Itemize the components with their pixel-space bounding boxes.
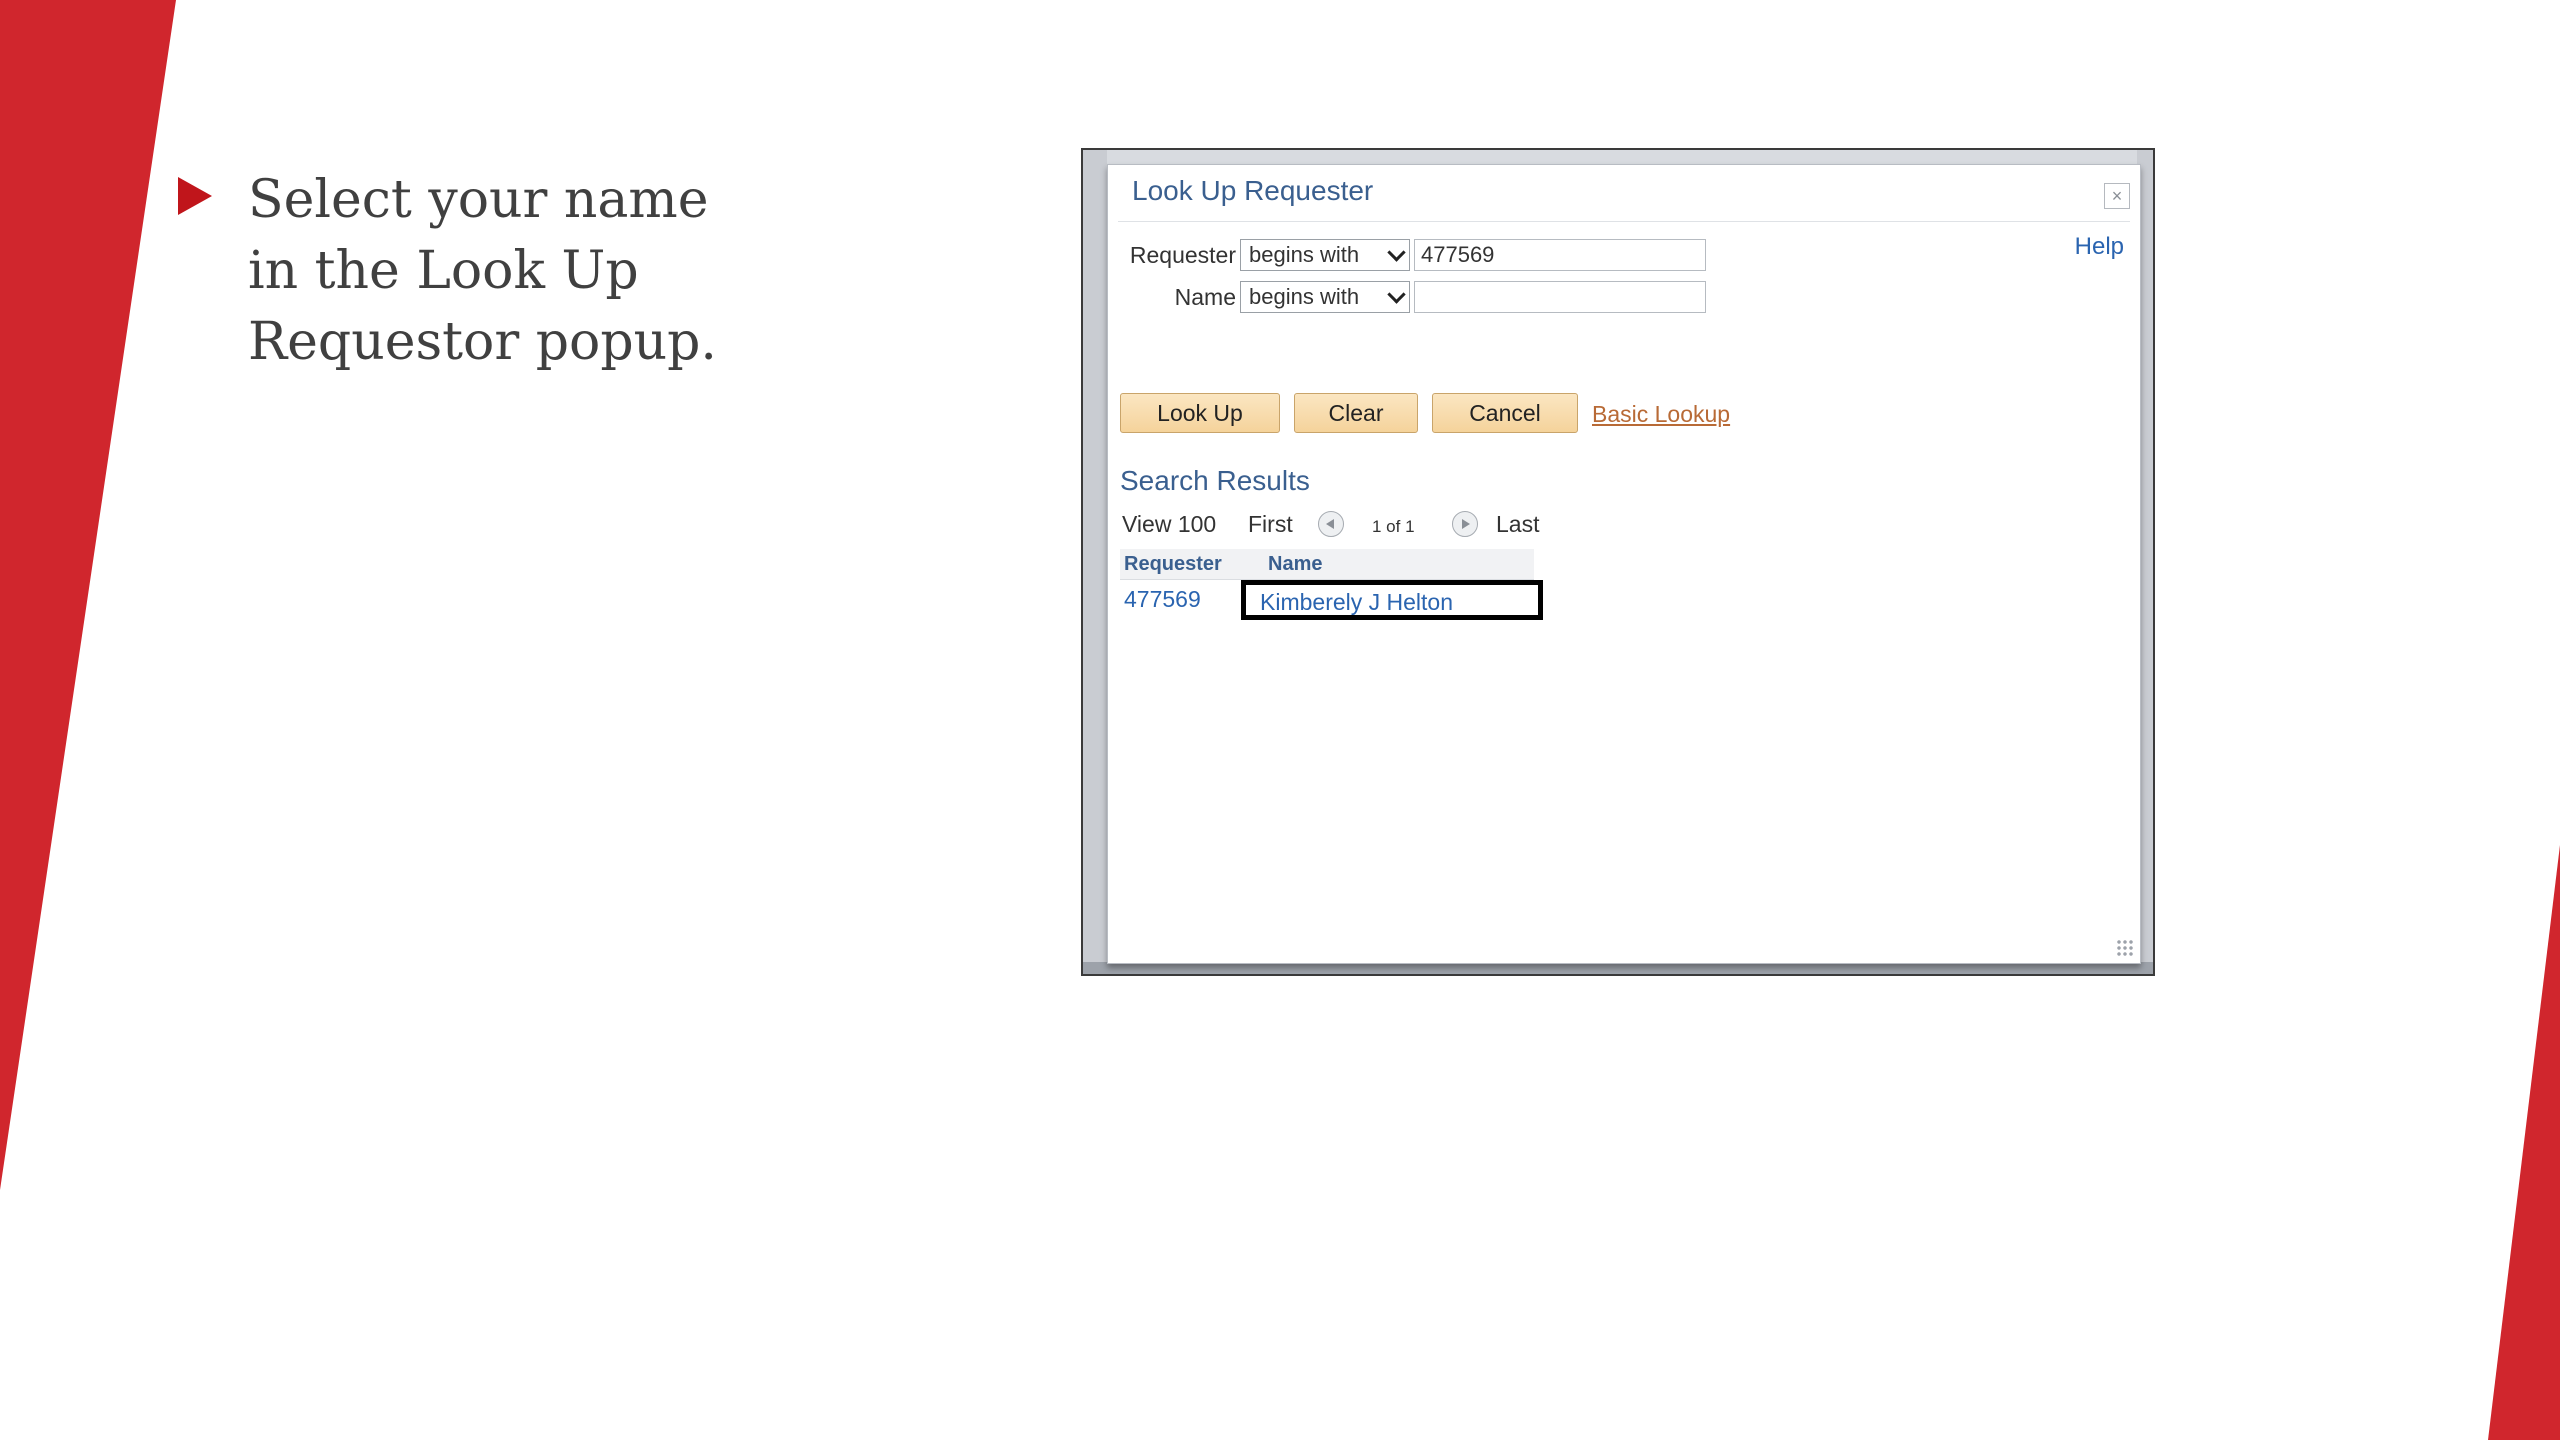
requester-input[interactable]: 477569 — [1414, 239, 1706, 271]
column-header-name: Name — [1268, 553, 1323, 575]
left-decor-band — [0, 0, 176, 1190]
criteria-row-requester: Requester begins with 477569 — [1108, 237, 1706, 273]
instruction-bullet: Select your name in the Look Up Requesto… — [178, 165, 738, 378]
lookup-screenshot: Look Up Requester × Help Requester begin… — [1081, 148, 2155, 976]
next-icon[interactable] — [1452, 511, 1478, 537]
lookup-dialog: Look Up Requester × Help Requester begin… — [1107, 164, 2141, 964]
page-count: 1 of 1 — [1372, 517, 1415, 536]
dialog-title: Look Up Requester — [1132, 175, 1374, 206]
bullet-arrow-icon — [178, 177, 212, 215]
chevron-down-icon — [1387, 242, 1406, 262]
requester-name-link[interactable]: Kimberely J Helton — [1260, 589, 1453, 616]
requester-operator-select[interactable]: begins with — [1240, 239, 1410, 271]
background-page-left — [1083, 150, 1107, 974]
last-link[interactable]: Last — [1496, 511, 1539, 538]
name-highlight-box: Kimberely J Helton — [1241, 580, 1543, 620]
name-label: Name — [1174, 283, 1236, 310]
criteria-row-name: Name begins with — [1108, 279, 1706, 315]
look-up-button[interactable]: Look Up — [1120, 393, 1280, 433]
clear-button[interactable]: Clear — [1294, 393, 1418, 433]
cancel-button[interactable]: Cancel — [1432, 393, 1578, 433]
results-navigation: View 100 First 1 of 1 Last — [1122, 507, 1539, 543]
help-link[interactable]: Help — [2075, 233, 2124, 261]
requester-operator-value: begins with — [1249, 242, 1360, 267]
table-row: 477569 Kimberely J Helton — [1120, 580, 1543, 620]
title-divider — [1118, 221, 2130, 222]
slide: Select your name in the Look Up Requesto… — [0, 0, 2560, 1440]
view-100-link[interactable]: View 100 — [1122, 511, 1216, 538]
requester-label: Requester — [1129, 241, 1236, 268]
requester-id-link[interactable]: 477569 — [1124, 586, 1201, 613]
first-link[interactable]: First — [1248, 511, 1293, 538]
previous-icon[interactable] — [1318, 511, 1344, 537]
resize-handle[interactable] — [2116, 939, 2134, 957]
chevron-down-icon — [1387, 284, 1406, 304]
name-input[interactable] — [1414, 281, 1706, 313]
name-operator-select[interactable]: begins with — [1240, 281, 1410, 313]
right-decor-band — [2488, 845, 2560, 1440]
instruction-text: Select your name in the Look Up Requesto… — [248, 170, 717, 372]
results-table-header: Requester Name — [1120, 549, 1534, 580]
basic-lookup-link[interactable]: Basic Lookup — [1592, 401, 1730, 428]
name-operator-value: begins with — [1249, 284, 1360, 309]
close-icon[interactable]: × — [2104, 183, 2130, 209]
results-table: Requester Name 477569 Kimberely J Helton — [1120, 549, 1543, 620]
search-results-heading: Search Results — [1120, 465, 1310, 496]
column-header-requester: Requester — [1124, 553, 1222, 575]
